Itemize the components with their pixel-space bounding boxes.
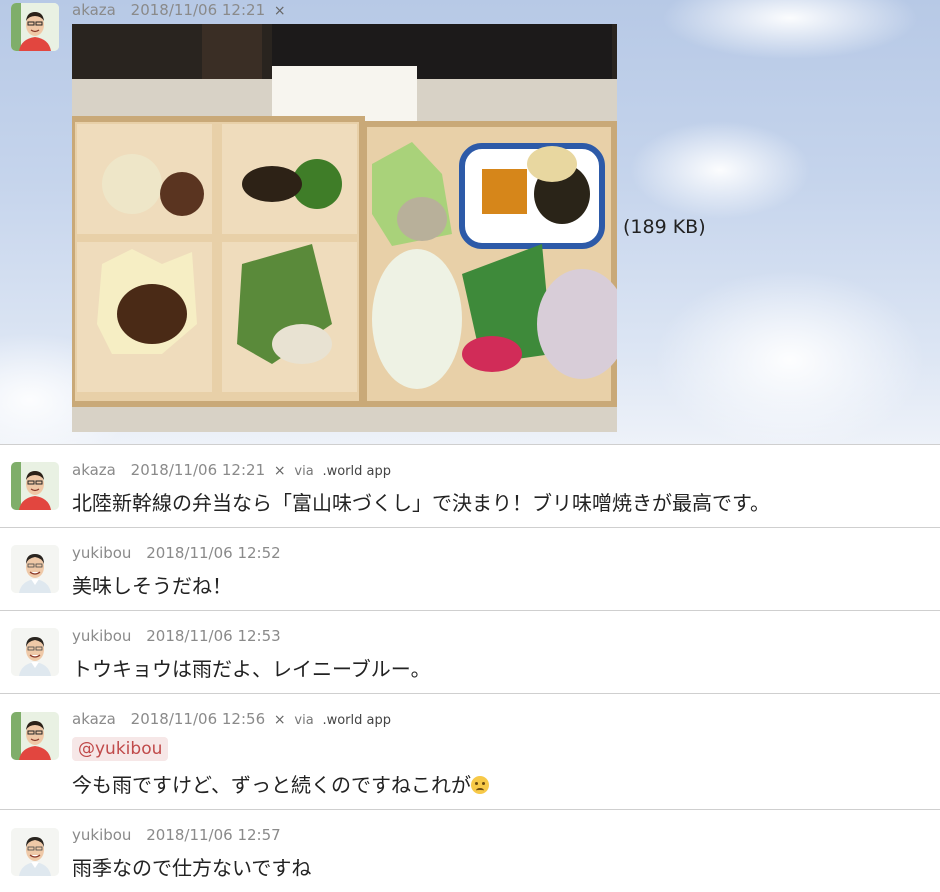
- avatar[interactable]: [11, 545, 59, 593]
- timestamp[interactable]: 2018/11/06 12:21: [131, 461, 265, 479]
- attachment-size: (189 KB): [623, 216, 706, 238]
- crying-face-icon: [471, 776, 489, 794]
- username[interactable]: yukibou: [72, 544, 131, 562]
- post-item: akaza 2018/11/06 12:21 × via .world app …: [0, 445, 940, 527]
- username[interactable]: akaza: [72, 1, 116, 19]
- post-meta: yukibou 2018/11/06 12:53: [72, 627, 281, 645]
- avatar[interactable]: [11, 712, 59, 760]
- username[interactable]: yukibou: [72, 826, 131, 844]
- timestamp[interactable]: 2018/11/06 12:52: [146, 544, 280, 562]
- username[interactable]: yukibou: [72, 627, 131, 645]
- post-item: akaza 2018/11/06 12:56 × via .world app …: [0, 694, 940, 809]
- post-item: yukibou 2018/11/06 12:53 トウキョウは雨だよ、レイニーブ…: [0, 611, 940, 693]
- via-label: via: [294, 713, 314, 728]
- delete-icon[interactable]: ×: [274, 3, 286, 19]
- post-meta: akaza 2018/11/06 12:21 ×: [72, 1, 286, 19]
- timestamp[interactable]: 2018/11/06 12:56: [131, 710, 265, 728]
- post-text: 美味しそうだね！: [72, 574, 232, 598]
- timestamp[interactable]: 2018/11/06 12:21: [131, 1, 265, 19]
- delete-icon[interactable]: ×: [274, 463, 286, 479]
- post-text: 雨季なので仕方ないですね: [72, 856, 312, 880]
- avatar[interactable]: [11, 828, 59, 876]
- avatar[interactable]: [11, 462, 59, 510]
- mention-tag[interactable]: @yukibou: [72, 737, 169, 761]
- username[interactable]: akaza: [72, 710, 116, 728]
- avatar[interactable]: [11, 3, 59, 51]
- post-meta: akaza 2018/11/06 12:56 × via .world app: [72, 710, 391, 728]
- post-item: yukibou 2018/11/06 12:57 雨季なので仕方ないですね: [0, 810, 940, 892]
- via-label: via: [294, 464, 314, 479]
- bento-photo[interactable]: [72, 24, 617, 432]
- post-image: akaza 2018/11/06 12:21 × (189 KB): [0, 0, 940, 444]
- post-text: 今も雨ですけど、ずっと続くのですねこれが: [72, 773, 471, 797]
- timestamp[interactable]: 2018/11/06 12:53: [146, 627, 280, 645]
- post-text-wrap: 今も雨ですけど、ずっと続くのですねこれが: [72, 769, 489, 798]
- post-item: yukibou 2018/11/06 12:52 美味しそうだね！: [0, 528, 940, 610]
- post-text: 北陸新幹線の弁当なら「富山味づくし」で決まり！ブリ味噌焼きが最高です。: [72, 491, 770, 515]
- avatar[interactable]: [11, 628, 59, 676]
- via-app[interactable]: .world app: [322, 713, 391, 728]
- timestamp[interactable]: 2018/11/06 12:57: [146, 826, 280, 844]
- post-text: トウキョウは雨だよ、レイニーブルー。: [72, 657, 431, 681]
- username[interactable]: akaza: [72, 461, 116, 479]
- post-meta: yukibou 2018/11/06 12:57: [72, 826, 281, 844]
- post-meta: akaza 2018/11/06 12:21 × via .world app: [72, 461, 391, 479]
- delete-icon[interactable]: ×: [274, 712, 286, 728]
- via-app[interactable]: .world app: [322, 464, 391, 479]
- post-meta: yukibou 2018/11/06 12:52: [72, 544, 281, 562]
